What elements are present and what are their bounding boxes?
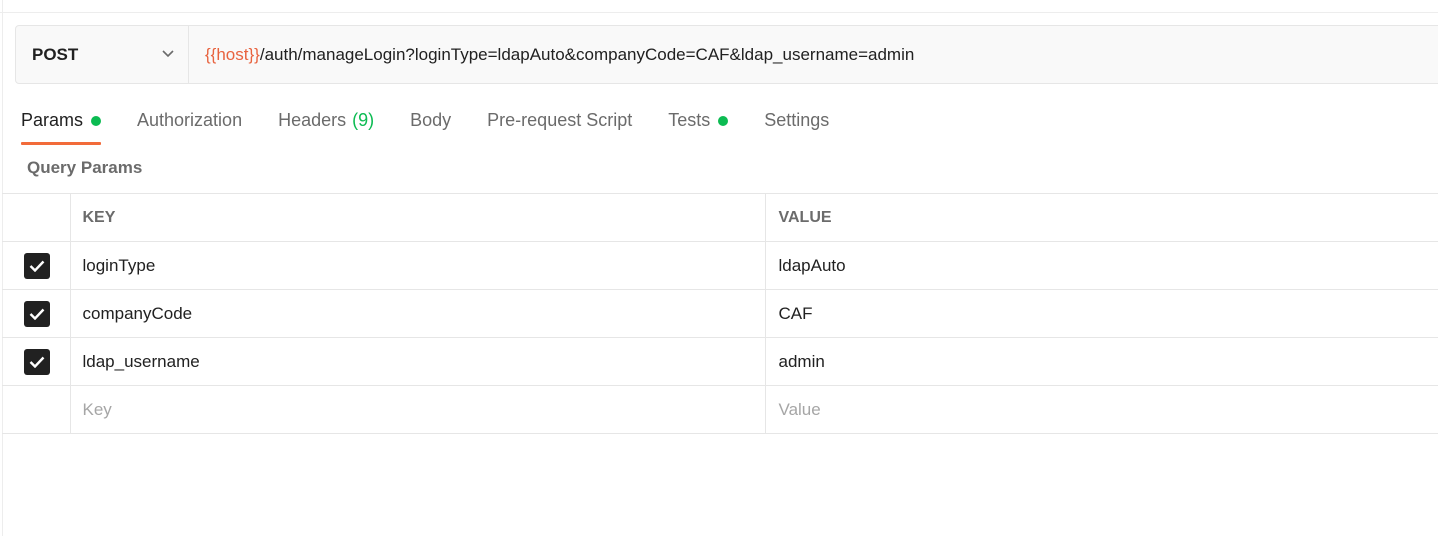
tab-headers[interactable]: Headers (9) — [278, 108, 374, 144]
param-value-cell[interactable]: ldapAuto — [765, 241, 1438, 290]
checkmark-icon — [29, 308, 45, 320]
row-check-cell — [2, 337, 71, 386]
url-bar: POST {{host}}/auth/manageLogin?loginType… — [15, 25, 1438, 84]
header-value: VALUE — [765, 193, 1438, 242]
param-value-cell[interactable]: CAF — [765, 289, 1438, 338]
param-key-cell[interactable]: companyCode — [70, 289, 766, 338]
tab-authorization[interactable]: Authorization — [137, 108, 242, 144]
headers-count: (9) — [352, 110, 375, 130]
url-input[interactable]: {{host}}/auth/manageLogin?loginType=ldap… — [189, 45, 914, 65]
tab-label: Pre-request Script — [487, 110, 633, 130]
query-params-table: KEY VALUE loginType ldapAuto companyCode… — [2, 193, 1438, 434]
url-path: /auth/manageLogin?loginType=ldapAuto&com… — [259, 44, 915, 64]
tab-pre-request-script[interactable]: Pre-request Script — [487, 108, 632, 144]
param-key-cell[interactable]: loginType — [70, 241, 766, 290]
top-divider — [0, 12, 1438, 13]
checkmark-icon — [29, 260, 45, 272]
enable-checkbox[interactable] — [23, 300, 50, 327]
param-value-cell[interactable]: admin — [765, 337, 1438, 386]
new-key-input[interactable]: Key — [70, 385, 766, 434]
tab-label: Authorization — [137, 110, 243, 130]
table-header-row: KEY VALUE — [2, 193, 1438, 242]
enable-checkbox[interactable] — [23, 252, 50, 279]
table-row: companyCode CAF — [2, 289, 1438, 338]
tab-label: Settings — [764, 110, 830, 130]
section-title: Query Params — [27, 158, 143, 177]
method-selector[interactable]: POST — [16, 26, 189, 83]
tab-label: Params — [21, 110, 84, 130]
request-editor: POST {{host}}/auth/manageLogin?loginType… — [0, 0, 1438, 536]
checkmark-icon — [29, 356, 45, 368]
tab-settings[interactable]: Settings — [764, 108, 829, 144]
enable-checkbox[interactable] — [23, 348, 50, 375]
new-param-row: Key Value — [2, 385, 1438, 434]
tab-label: Headers — [278, 110, 347, 130]
url-variable: {{host}} — [205, 44, 260, 64]
new-value-input[interactable]: Value — [765, 385, 1438, 434]
request-tabs: Params Authorization Headers (9) Body Pr… — [21, 108, 865, 146]
table-row: ldap_username admin — [2, 337, 1438, 386]
tab-body[interactable]: Body — [410, 108, 451, 144]
chevron-down-icon — [162, 49, 174, 60]
tab-label: Body — [410, 110, 452, 130]
tab-params[interactable]: Params — [21, 108, 102, 145]
status-dot-icon — [91, 116, 102, 126]
param-key-cell[interactable]: ldap_username — [70, 337, 766, 386]
tab-label: Tests — [668, 110, 711, 130]
table-row: loginType ldapAuto — [2, 241, 1438, 290]
row-check-cell — [2, 385, 71, 434]
row-check-cell — [2, 289, 71, 338]
row-check-cell — [2, 241, 71, 290]
status-dot-icon — [718, 116, 729, 126]
header-check-cell — [2, 193, 71, 242]
method-label: POST — [32, 44, 79, 64]
tab-tests[interactable]: Tests — [668, 108, 729, 144]
header-key: KEY — [70, 193, 766, 242]
